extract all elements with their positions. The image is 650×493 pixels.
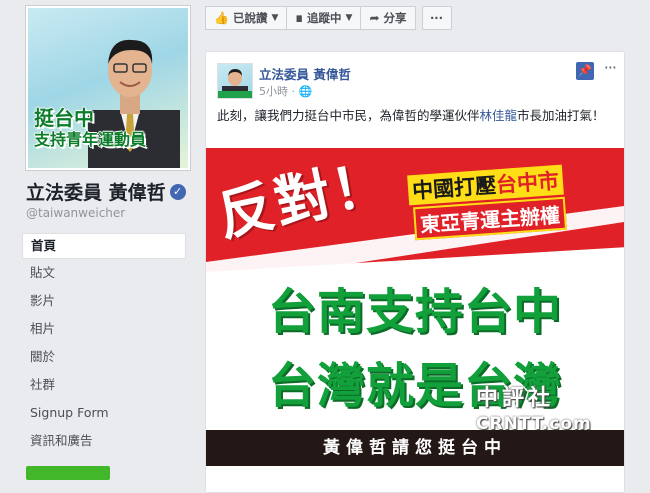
profile-badge: 挺台中 支持青年運動員 [28,102,152,154]
nav-item-info-ads[interactable]: 資訊和廣告 [22,427,186,455]
post-author[interactable]: 立法委員 黃偉哲 [259,64,351,83]
pin-icon[interactable]: 📌 [576,62,594,80]
cta-button[interactable] [26,466,110,480]
share-button[interactable]: ➦ 分享 [361,6,416,30]
more-options-button[interactable]: ··· [421,6,452,30]
page-action-bar: 👍 已說讚 ▼ ∎ 追蹤中 ▼ ➦ 分享 ··· [205,6,452,30]
mention-link[interactable]: 林佳龍 [480,108,518,123]
page-nav: 首頁 貼文 影片 相片 關於 社群 Signup Form 資訊和廣告 [22,233,186,455]
post-text: 此刻，讓我們力挺台中市民，為偉哲的學運伙伴林佳龍市長加油打氣！ [217,106,612,125]
nav-item-signup-form[interactable]: Signup Form [22,399,186,427]
poster-headline-box: 中國打壓台中市 東亞青運主辦權 [407,164,616,241]
watermark-line1: 中評社 [476,385,555,411]
poster-headline-part1: 中國打壓 [411,173,497,204]
nav-item-photos[interactable]: 相片 [22,315,186,343]
page-name-text[interactable]: 立法委員 黃偉哲 [26,182,166,204]
nav-item-about[interactable]: 關於 [22,343,186,371]
page-handle[interactable]: @taiwanweicher [26,206,125,220]
share-label: 分享 [383,11,407,25]
post-card: 立法委員 黃偉哲 5小時 · 🌐 📌 ··· 此刻，讓我們力挺台中市民，為偉哲的… [205,51,625,493]
following-label: 追蹤中 [307,11,342,25]
poster-black-band: 黃偉哲請您挺台中 [206,430,624,466]
badge-line-2: 支持青年運動員 [34,130,147,149]
page-title[interactable]: 立法委員 黃偉哲 ✓ [26,178,186,205]
post-text-part1: 此刻，讓我們力挺台中市民，為偉哲的學運伙伴 [217,108,480,123]
post-text-part2: 市長加油打氣！ [517,108,605,123]
globe-icon: 🌐 [298,85,313,98]
watermark: 中評社 CRNTT.com [476,380,592,434]
poster-green-line-1: 台南支持台中 [267,284,562,340]
rss-icon: ∎ [295,11,304,25]
post-time[interactable]: 5小時 [259,85,288,98]
share-icon: ➦ [369,11,380,25]
chevron-down-icon: ▼ [345,13,353,23]
thumbs-up-icon: 👍 [214,11,229,25]
liked-button[interactable]: 👍 已說讚 ▼ [205,6,288,30]
nav-item-community[interactable]: 社群 [22,371,186,399]
liked-label: 已說讚 [232,11,268,25]
post-more-button[interactable]: ··· [604,58,617,77]
chevron-down-icon: ▼ [271,13,279,23]
poster-headline-part2: 台中市 [495,168,560,198]
post-avatar[interactable] [217,63,253,99]
profile-picture[interactable]: 挺台中 支持青年運動員 [26,6,190,170]
post-image[interactable]: 反對！ 中國打壓台中市 東亞青運主辦權 台南支持台中 台灣就是台灣 黃偉哲請您挺… [206,148,624,492]
post-timestamp[interactable]: 5小時 · 🌐 [259,83,312,99]
verified-icon: ✓ [169,183,186,200]
following-button[interactable]: ∎ 追蹤中 ▼ [287,6,362,30]
action-group: 👍 已說讚 ▼ ∎ 追蹤中 ▼ ➦ 分享 [205,6,416,30]
nav-item-posts[interactable]: 貼文 [22,259,186,287]
nav-item-videos[interactable]: 影片 [22,287,186,315]
nav-item-home[interactable]: 首頁 [22,233,186,259]
watermark-line2: CRNTT.com [476,414,592,434]
avatar-image [218,69,252,98]
